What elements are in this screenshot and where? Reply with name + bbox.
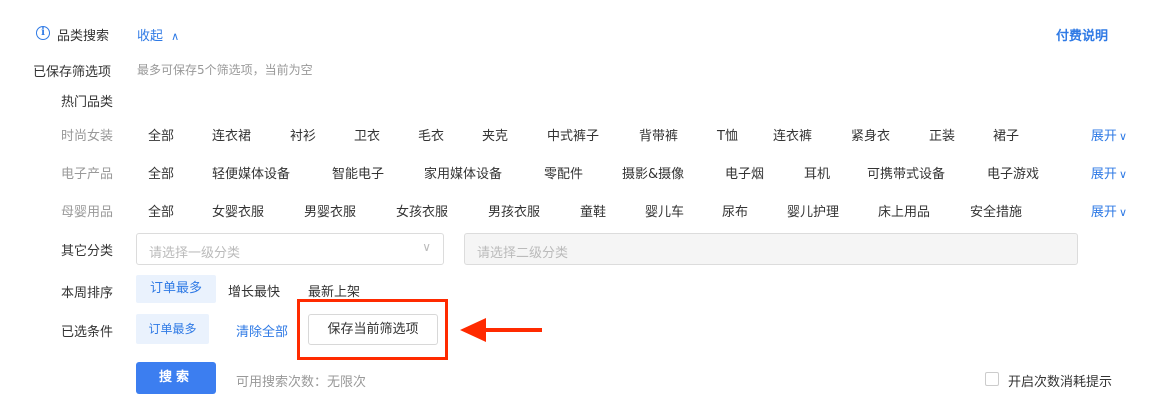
category-row: 电子产品 全部 轻便媒体设备 智能电子 家用媒体设备 零配件 摄影&摄像 电子烟 耳机 可携带式设… bbox=[0, 163, 1149, 183]
clear-all-button[interactable]: 清除全部 bbox=[236, 321, 288, 340]
category-item[interactable]: 裙子 bbox=[993, 125, 1019, 144]
payment-info-link[interactable]: 付费说明 bbox=[1056, 25, 1108, 44]
category-search-title: 品类搜索 bbox=[57, 29, 110, 44]
category-item[interactable]: T恤 bbox=[717, 125, 738, 144]
category-item[interactable]: 衬衫 bbox=[290, 125, 316, 144]
expand-button[interactable]: 展开 ∨ bbox=[1091, 125, 1127, 144]
category-item[interactable]: 全部 bbox=[148, 125, 174, 144]
category-item[interactable]: 智能电子 bbox=[332, 163, 384, 182]
category-item[interactable]: 背带裤 bbox=[639, 125, 678, 144]
highlight-box bbox=[297, 299, 448, 360]
category-item[interactable]: 毛衣 bbox=[418, 125, 444, 144]
category-item[interactable]: 可携带式设备 bbox=[867, 163, 945, 182]
category-item[interactable]: 女婴衣服 bbox=[212, 201, 264, 220]
level1-category-select[interactable]: 请选择一级分类 ∨ bbox=[136, 233, 444, 265]
level1-placeholder: 请选择一级分类 bbox=[149, 246, 241, 261]
level2-placeholder: 请选择二级分类 bbox=[477, 246, 569, 261]
expand-label: 展开 bbox=[1090, 129, 1117, 144]
expand-button[interactable]: 展开 ∨ bbox=[1091, 201, 1127, 220]
hot-categories-label: 热门品类 bbox=[61, 95, 114, 110]
weekly-sort-label: 本周排序 bbox=[61, 286, 114, 301]
search-quota-text: 可用搜索次数：无限次 bbox=[236, 375, 367, 390]
level2-category-select[interactable]: 请选择二级分类 bbox=[464, 233, 1078, 265]
category-item[interactable]: 全部 bbox=[148, 201, 174, 220]
category-item[interactable]: 童鞋 bbox=[580, 201, 606, 220]
category-item[interactable]: 轻便媒体设备 bbox=[212, 163, 290, 182]
category-item[interactable]: 夹克 bbox=[482, 125, 508, 144]
expand-label: 展开 bbox=[1090, 205, 1117, 220]
chevron-down-icon: ∨ bbox=[1118, 206, 1127, 219]
chevron-down-icon: ∨ bbox=[1118, 168, 1127, 181]
category-item[interactable]: 女孩衣服 bbox=[396, 201, 448, 220]
red-arrow-icon bbox=[460, 318, 542, 342]
category-item[interactable]: 耳机 bbox=[804, 163, 830, 182]
category-item[interactable]: 尿布 bbox=[722, 201, 748, 220]
other-category-label: 其它分类 bbox=[61, 244, 114, 259]
category-group-name: 电子产品 bbox=[61, 167, 114, 182]
category-item[interactable]: 电子烟 bbox=[725, 163, 764, 182]
saved-filters-label: 已保存筛选项 bbox=[33, 65, 112, 80]
category-item[interactable]: 家用媒体设备 bbox=[424, 163, 502, 182]
saved-filters-hint: 最多可保存5个筛选项，当前为空 bbox=[137, 63, 313, 77]
collapse-button[interactable]: 收起 ∧ bbox=[137, 25, 179, 44]
selected-conditions-label: 已选条件 bbox=[61, 325, 114, 340]
category-item[interactable]: 婴儿车 bbox=[645, 201, 684, 220]
info-icon: i bbox=[36, 26, 50, 40]
sort-option-newest[interactable]: 最新上架 bbox=[308, 281, 360, 300]
category-group-name: 母婴用品 bbox=[61, 205, 114, 220]
category-item[interactable]: 婴儿护理 bbox=[787, 201, 839, 220]
collapse-label: 收起 bbox=[137, 29, 164, 44]
category-item[interactable]: 男婴衣服 bbox=[304, 201, 356, 220]
category-item[interactable]: 安全措施 bbox=[970, 201, 1022, 220]
sort-option-fastest-growth[interactable]: 增长最快 bbox=[228, 281, 280, 300]
category-item[interactable]: 摄影&摄像 bbox=[622, 163, 684, 182]
category-row: 时尚女装 全部 连衣裙 衬衫 卫衣 毛衣 夹克 中式裤子 背带裤 T恤 连衣裤 紧身衣 正装 裙子 展开 ∨ bbox=[0, 125, 1149, 145]
category-group-name: 时尚女装 bbox=[61, 129, 114, 144]
chevron-down-icon: ∨ bbox=[1118, 130, 1127, 143]
expand-button[interactable]: 展开 ∨ bbox=[1091, 163, 1127, 182]
category-item[interactable]: 电子游戏 bbox=[987, 163, 1039, 182]
category-item[interactable]: 卫衣 bbox=[354, 125, 380, 144]
category-item[interactable]: 紧身衣 bbox=[851, 125, 890, 144]
chevron-down-icon: ∨ bbox=[422, 240, 431, 254]
category-row: 母婴用品 全部 女婴衣服 男婴衣服 女孩衣服 男孩衣服 童鞋 婴儿车 尿布 婴儿护理 床上用品 安全措… bbox=[0, 201, 1149, 221]
expand-label: 展开 bbox=[1090, 167, 1117, 182]
category-item[interactable]: 中式裤子 bbox=[547, 125, 599, 144]
selected-condition-tag[interactable]: 订单最多 bbox=[136, 314, 209, 344]
chevron-up-icon: ∧ bbox=[171, 30, 180, 43]
category-item[interactable]: 连衣裙 bbox=[212, 125, 251, 144]
category-item[interactable]: 连衣裤 bbox=[773, 125, 812, 144]
search-button[interactable]: 搜索 bbox=[136, 362, 216, 394]
category-item[interactable]: 正装 bbox=[929, 125, 955, 144]
category-item[interactable]: 全部 bbox=[148, 163, 174, 182]
category-item[interactable]: 男孩衣服 bbox=[488, 201, 540, 220]
category-item[interactable]: 零配件 bbox=[544, 163, 583, 182]
sort-option-most-orders[interactable]: 订单最多 bbox=[136, 275, 216, 303]
consumption-hint-checkbox[interactable] bbox=[985, 372, 999, 386]
category-item[interactable]: 床上用品 bbox=[878, 201, 930, 220]
consumption-hint-label: 开启次数消耗提示 bbox=[1008, 375, 1113, 390]
